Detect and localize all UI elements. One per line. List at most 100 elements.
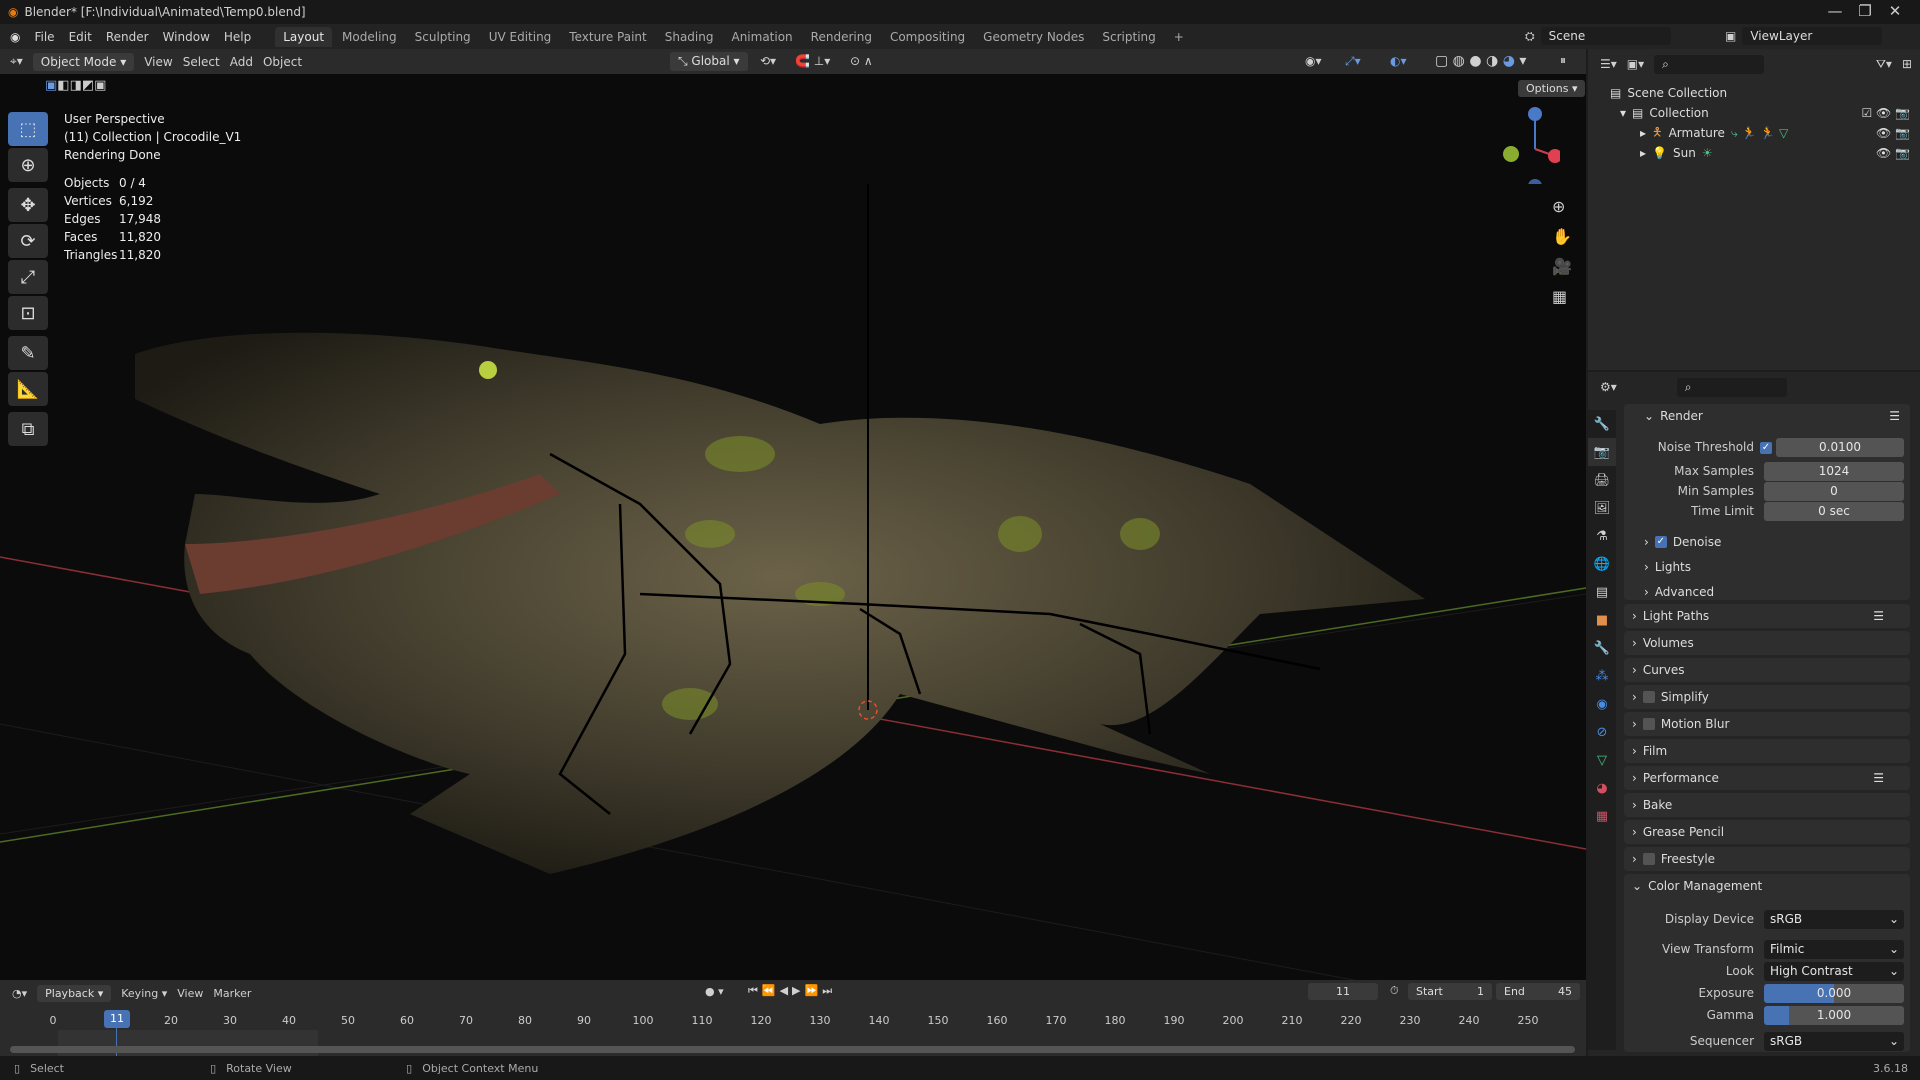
max-samples-field[interactable]: 1024	[1764, 462, 1904, 481]
particles-tab-icon[interactable]: ⁂	[1588, 662, 1616, 690]
film-panel[interactable]: › Film	[1624, 739, 1910, 763]
tab-layout[interactable]: Layout	[275, 26, 333, 47]
end-frame-field[interactable]: End 45	[1496, 983, 1580, 1000]
world-tab-icon[interactable]: 🌐	[1588, 550, 1616, 578]
simplify-panel[interactable]: › Simplify	[1624, 685, 1910, 709]
constraints-tab-icon[interactable]: ⊘	[1588, 718, 1616, 746]
noise-threshold-checkbox[interactable]: ✓	[1760, 442, 1772, 454]
output-tab-icon[interactable]: 🖨	[1588, 466, 1616, 494]
view-layer-tab-icon[interactable]: 🖼	[1588, 494, 1616, 522]
physics-tab-icon[interactable]: ◉	[1588, 690, 1616, 718]
expand-arrow-icon[interactable]: ▸	[1640, 146, 1646, 160]
proportional-edit-icon[interactable]: ⊙ ∧	[850, 54, 873, 68]
transform-orientation-dropdown[interactable]: ⤡ Global ▾	[670, 52, 748, 71]
keying-menu[interactable]: Keying ▾	[121, 987, 167, 1000]
outliner-collection[interactable]: ▾ ▤ Collection ☑ 👁 📷	[1610, 103, 1920, 123]
timeline-scrollbar[interactable]	[10, 1046, 1575, 1053]
render-tab-icon[interactable]: 📷	[1588, 438, 1616, 466]
freestyle-checkbox[interactable]	[1642, 853, 1655, 865]
ortho-grid-icon[interactable]: ▦	[1552, 282, 1572, 312]
editor-type-icon[interactable]: ⌖▾	[10, 54, 23, 69]
rotate-tool[interactable]: ⟳	[8, 224, 48, 258]
pivot-icon[interactable]: ⟲▾	[760, 54, 776, 68]
material-tab-icon[interactable]: ◕	[1588, 774, 1616, 802]
add-workspace-button[interactable]: +	[1166, 27, 1192, 47]
simplify-checkbox[interactable]	[1642, 691, 1655, 703]
tab-rendering[interactable]: Rendering	[803, 27, 880, 47]
freestyle-panel[interactable]: › Freestyle	[1624, 847, 1910, 871]
gizmo-icon[interactable]: ⤢▾	[1345, 54, 1361, 69]
visibility-toggles[interactable]: ☑ 👁 📷	[1861, 106, 1910, 120]
performance-panel[interactable]: › Performance ☰	[1624, 766, 1910, 790]
render-panel-header[interactable]: ⌄ Render ☰	[1624, 404, 1910, 428]
gamma-slider[interactable]: 1.000	[1764, 1006, 1904, 1025]
tab-compositing[interactable]: Compositing	[882, 27, 973, 47]
playback-controls[interactable]: ⏮⏪◀▶⏩⏭	[748, 984, 836, 998]
motion-blur-panel[interactable]: › Motion Blur	[1624, 712, 1910, 736]
expand-arrow-icon[interactable]: ▾	[1620, 106, 1626, 120]
close-button[interactable]: ✕	[1875, 2, 1915, 20]
tool-tab-icon[interactable]: 🔧	[1588, 410, 1616, 438]
annotate-tool[interactable]: ✎	[8, 336, 48, 370]
time-limit-field[interactable]: 0 sec	[1764, 502, 1904, 521]
presets-icon[interactable]: ☰	[1873, 771, 1884, 785]
scene-tab-icon[interactable]: ⚗	[1588, 522, 1616, 550]
editor-type-icon[interactable]: ⚙▾	[1600, 380, 1617, 394]
visibility-toggles[interactable]: 👁 📷	[1876, 146, 1910, 160]
menu-view[interactable]: View	[177, 987, 203, 1000]
pan-hand-icon[interactable]: ✋	[1552, 222, 1572, 252]
shading-modes[interactable]: ▢ ◍ ● ◑ ◕ ▾	[1435, 53, 1526, 69]
snap-icon[interactable]: 🧲 ⊥▾	[795, 54, 830, 68]
new-collection-icon[interactable]: ⊞	[1902, 57, 1912, 71]
tab-uv-editing[interactable]: UV Editing	[481, 27, 560, 47]
view-transform-dropdown[interactable]: Filmic ⌄	[1764, 940, 1904, 959]
outliner-search-input[interactable]: ⌕	[1654, 54, 1765, 74]
view-layer-selector[interactable]: ▣ ViewLayer	[1725, 27, 1883, 45]
exposure-slider[interactable]: 0.000	[1764, 984, 1904, 1003]
menu-object[interactable]: Object	[263, 55, 302, 69]
curves-panel[interactable]: › Curves	[1624, 658, 1910, 682]
tab-texture-paint[interactable]: Texture Paint	[561, 27, 654, 47]
texture-tab-icon[interactable]: ▦	[1588, 802, 1616, 830]
tab-sculpting[interactable]: Sculpting	[407, 27, 479, 47]
menu-view[interactable]: View	[144, 55, 172, 69]
visibility-toggles[interactable]: 👁 📷	[1876, 126, 1910, 140]
selection-mode-icons[interactable]: ▣◧◨◩▣	[45, 78, 106, 93]
lights-subpanel[interactable]: › Lights	[1636, 555, 1691, 579]
tab-animation[interactable]: Animation	[723, 27, 800, 47]
min-samples-field[interactable]: 0	[1764, 482, 1904, 501]
menu-render[interactable]: Render	[106, 30, 149, 44]
overlay-icon[interactable]: ◐▾	[1390, 54, 1407, 68]
tab-geometry-nodes[interactable]: Geometry Nodes	[975, 27, 1092, 47]
menu-add[interactable]: Add	[230, 55, 253, 69]
filter-icon[interactable]: ⛛▾	[1876, 57, 1892, 72]
light-paths-panel[interactable]: › Light Paths ☰	[1624, 604, 1910, 628]
zoom-icon[interactable]: ⊕	[1552, 192, 1572, 222]
bake-panel[interactable]: › Bake	[1624, 793, 1910, 817]
visibility-icon[interactable]: ◉▾	[1305, 54, 1322, 68]
filter-view-icon[interactable]: ▣▾	[1627, 57, 1644, 71]
object-mode-dropdown[interactable]: Object Mode ▾	[32, 52, 135, 71]
menu-edit[interactable]: Edit	[69, 30, 92, 44]
data-tab-icon[interactable]: ▽	[1588, 746, 1616, 774]
camera-view-icon[interactable]: 🎥	[1552, 252, 1572, 282]
presets-icon[interactable]: ☰	[1889, 409, 1900, 423]
menu-file[interactable]: File	[34, 30, 54, 44]
collection-tab-icon[interactable]: ▤	[1588, 578, 1616, 606]
sequencer-dropdown[interactable]: sRGB ⌄	[1764, 1032, 1904, 1051]
menu-help[interactable]: Help	[224, 30, 251, 44]
tab-shading[interactable]: Shading	[657, 27, 722, 47]
view-layer-name-field[interactable]: ViewLayer	[1742, 27, 1883, 45]
grease-pencil-panel[interactable]: › Grease Pencil	[1624, 820, 1910, 844]
playhead-frame-label[interactable]: 11	[104, 1010, 130, 1028]
scale-tool[interactable]: ⤢	[8, 260, 48, 294]
options-dropdown[interactable]: Options ▾	[1518, 80, 1586, 97]
color-management-header[interactable]: ⌄ Color Management	[1624, 874, 1910, 898]
outliner-scene-collection[interactable]: ▤ Scene Collection	[1610, 83, 1920, 103]
look-dropdown[interactable]: High Contrast ⌄	[1764, 962, 1904, 981]
current-frame-field[interactable]: 11	[1308, 983, 1378, 1000]
transform-tool[interactable]: ⊡	[8, 296, 48, 330]
stopwatch-icon[interactable]: ⏱	[1390, 984, 1399, 998]
denoise-subpanel[interactable]: › ✓ Denoise	[1636, 530, 1721, 554]
object-tab-icon[interactable]: ■	[1588, 606, 1616, 634]
